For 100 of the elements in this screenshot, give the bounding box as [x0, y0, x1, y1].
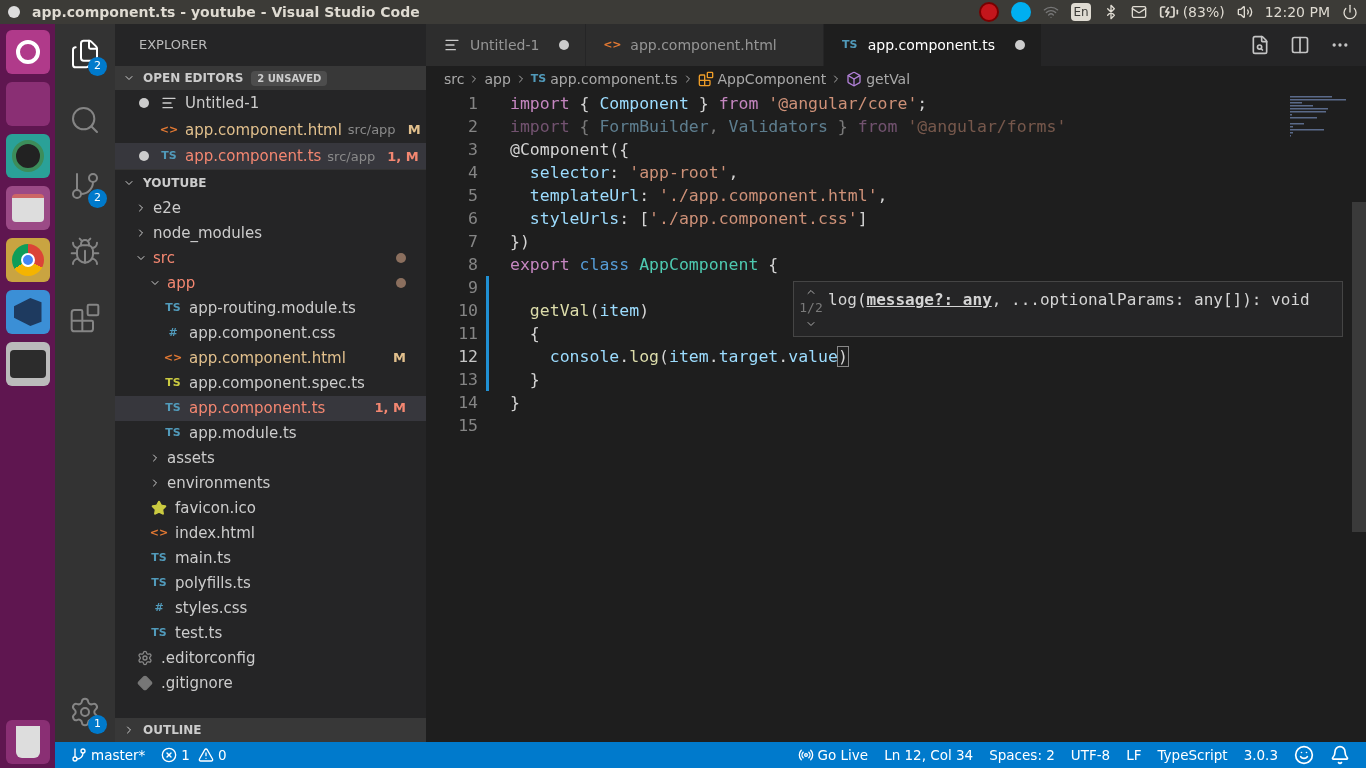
extensions-icon	[69, 302, 101, 334]
editor-tab[interactable]: TS app.component.ts	[823, 24, 1041, 66]
breadcrumb-item[interactable]: app.component.ts	[550, 68, 678, 90]
broadcast-icon	[797, 747, 814, 763]
tree-item[interactable]: # styles.css	[115, 595, 426, 621]
tree-item[interactable]: e2e	[115, 195, 426, 221]
tree-item[interactable]: TS app.component.spec.ts	[115, 370, 426, 396]
status-item[interactable]: LF	[1126, 744, 1142, 766]
code-line: export class AppComponent {	[510, 254, 779, 276]
tree-item[interactable]: TS app-routing.module.ts	[115, 295, 426, 321]
breadcrumb-item[interactable]: getVal	[866, 68, 911, 90]
error-count[interactable]: 1	[181, 744, 190, 766]
home-launcher-icon[interactable]	[5, 30, 50, 74]
tree-item[interactable]: # app.component.css	[115, 320, 426, 346]
chat-app-icon[interactable]	[1011, 2, 1032, 22]
open-editor-item[interactable]: Untitled-1	[115, 90, 426, 117]
tree-item[interactable]: .gitignore	[115, 670, 426, 696]
feedback-icon[interactable]	[1294, 745, 1314, 765]
section-header[interactable]: YOUTUBE	[115, 169, 426, 196]
file-path: src/app	[347, 121, 396, 139]
breadcrumb-item[interactable]: AppComponent	[717, 68, 827, 90]
diamond-icon	[137, 675, 153, 691]
line-number: 10	[457, 300, 479, 322]
signature-text: log(message?: any, ...optionalParams: any[]): void	[828, 289, 1310, 311]
tree-item[interactable]: TS main.ts	[115, 545, 426, 571]
files-launcher-icon[interactable]	[5, 186, 50, 230]
file-name: e2e	[153, 197, 181, 219]
clock[interactable]: 12:20 PM	[1264, 1, 1330, 23]
file-type-icon: <>	[602, 36, 623, 54]
status-item[interactable]: TypeScript	[1157, 744, 1228, 766]
notification-icon[interactable]	[1330, 745, 1350, 765]
tree-item[interactable]: TS test.ts	[115, 620, 426, 646]
tree-item[interactable]: <> index.html	[115, 520, 426, 546]
open-editor-item[interactable]: <> app.component.html src/app M	[115, 116, 426, 143]
file-name: assets	[167, 447, 215, 469]
tree-item[interactable]: app	[115, 270, 426, 296]
camera-launcher-icon[interactable]	[5, 134, 50, 178]
mail-icon[interactable]	[1130, 4, 1147, 20]
error-icon	[161, 747, 178, 763]
file-name: test.ts	[175, 622, 223, 644]
file-type-icon: <>	[163, 349, 183, 367]
warning-count[interactable]: 0	[217, 744, 227, 766]
breadcrumb-item[interactable]: app	[484, 68, 511, 90]
code-line: templateUrl: './app.component.html',	[528, 185, 888, 207]
tree-item[interactable]: <> app.component.html M	[115, 345, 426, 371]
count-badge: 2	[88, 189, 107, 208]
power-icon[interactable]	[1342, 4, 1358, 20]
tree-item[interactable]: favicon.ico	[115, 495, 426, 521]
split-editor-icon[interactable]	[1290, 35, 1310, 55]
tree-item[interactable]: TS app.module.ts	[115, 420, 426, 446]
file-type-icon: TS	[149, 624, 169, 642]
status-item[interactable]: UTF-8	[1070, 744, 1111, 766]
tree-item[interactable]: TS polyfills.ts	[115, 570, 426, 596]
file-type-icon: TS	[163, 299, 183, 317]
file-name: app.component.ts	[185, 146, 322, 167]
section-header[interactable]: OUTLINE	[115, 718, 426, 742]
tree-item[interactable]: TS app.component.ts 1, M	[115, 395, 426, 421]
unsaved-badge: 2 UNSAVED	[251, 70, 328, 86]
file-name: environments	[167, 472, 271, 494]
terminal-launcher-icon[interactable]	[5, 342, 50, 386]
tree-item[interactable]: .editorconfig	[115, 645, 426, 671]
status-item[interactable]: Go Live	[817, 744, 869, 766]
settings-activity-button[interactable]: 1	[63, 690, 107, 734]
editor-tab[interactable]: Untitled-1	[426, 24, 587, 66]
wifi-icon[interactable]	[1043, 4, 1060, 20]
tree-item[interactable]: assets	[115, 445, 426, 471]
warning-icon	[197, 747, 214, 763]
code-editor-launcher-icon[interactable]	[5, 290, 50, 334]
code-line: @Component({	[510, 139, 630, 161]
browser-launcher-icon[interactable]	[5, 238, 50, 282]
line-number: 5	[467, 185, 479, 207]
method-icon	[846, 71, 863, 87]
scm-activity-button[interactable]: 2	[63, 164, 107, 208]
tree-item[interactable]: src	[115, 245, 426, 271]
section-header[interactable]: OPEN EDITORS 2 UNSAVED	[115, 66, 426, 90]
status-item[interactable]: Spaces: 2	[989, 744, 1055, 766]
status-item[interactable]: 3.0.3	[1243, 744, 1278, 766]
file-name: styles.css	[175, 597, 248, 619]
editor-tab[interactable]: <> app.component.html	[586, 24, 824, 66]
volume-icon[interactable]	[1236, 4, 1253, 20]
branch-name[interactable]: master*	[91, 744, 146, 766]
keyboard-layout[interactable]: En	[1071, 3, 1091, 21]
section-title: OUTLINE	[143, 722, 202, 739]
open-editor-item[interactable]: TS app.component.ts src/app 1, M	[115, 143, 426, 170]
file-name: favicon.ico	[175, 497, 256, 519]
line-number: 8	[467, 254, 479, 276]
debug-icon	[69, 236, 101, 268]
trash-launcher-icon[interactable]	[5, 720, 50, 764]
breadcrumb-item[interactable]: src	[444, 68, 465, 90]
file-type-icon: #	[163, 324, 183, 342]
explorer-activity-button[interactable]: 2	[63, 32, 107, 76]
gear-icon	[69, 696, 101, 728]
status-item[interactable]: Ln 12, Col 34	[884, 744, 974, 766]
file-name: main.ts	[175, 547, 231, 569]
overload-counter: 1/2	[799, 299, 823, 317]
line-number: 1	[467, 93, 479, 115]
open-preview-icon[interactable]	[1250, 35, 1270, 55]
tree-item[interactable]: node_modules	[115, 220, 426, 246]
code-line: }	[528, 369, 540, 391]
tree-item[interactable]: environments	[115, 470, 426, 496]
